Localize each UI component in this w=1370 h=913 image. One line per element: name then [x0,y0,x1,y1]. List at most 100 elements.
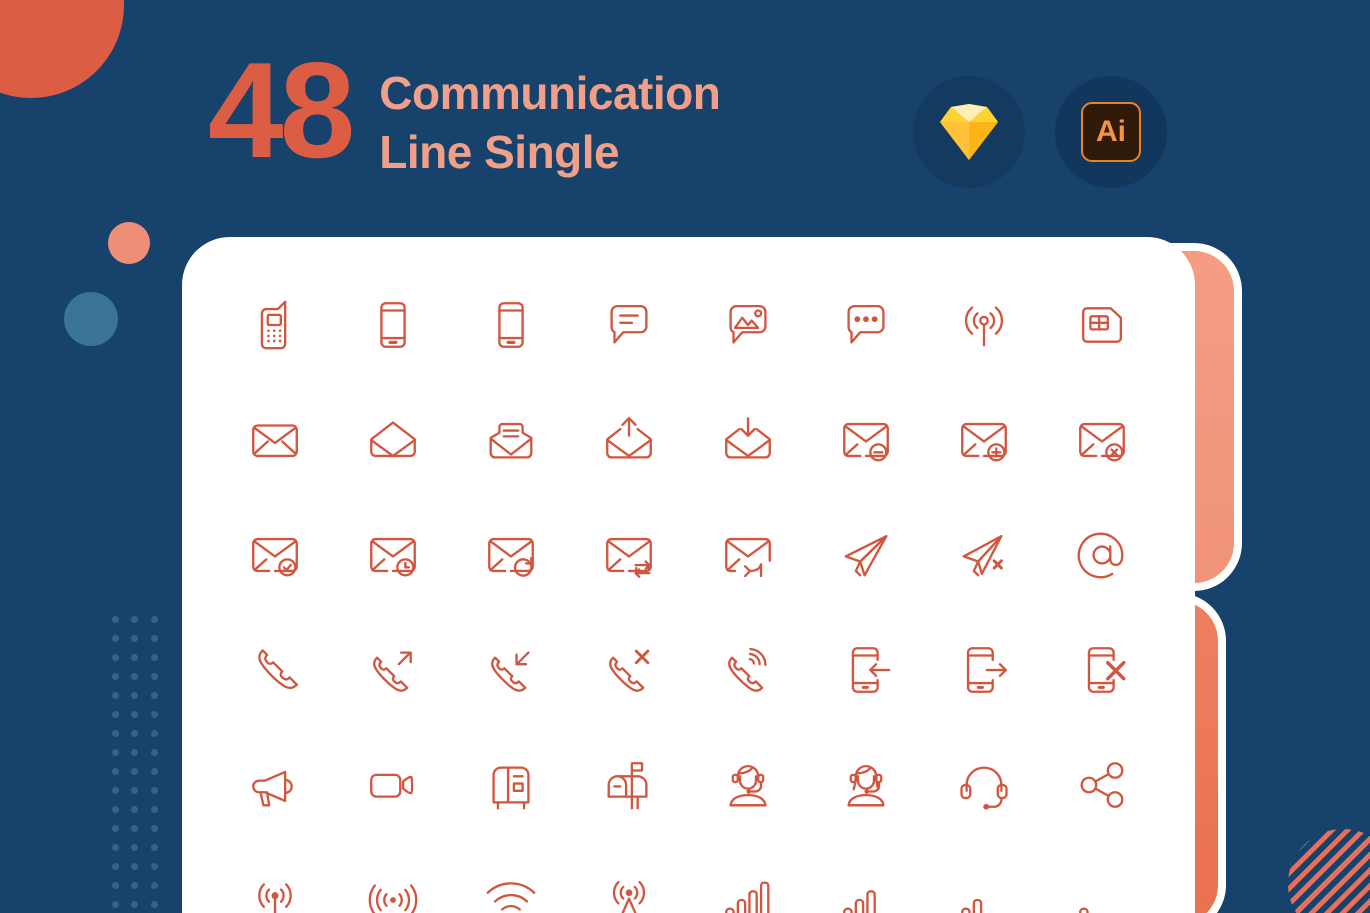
transmission-tower-icon[interactable] [590,861,668,913]
decorative-dot [112,635,119,642]
wifi-icon[interactable] [472,861,550,913]
decorative-dot [131,768,139,775]
signal-bars-one-icon[interactable] [1063,861,1141,913]
decorative-dot [150,654,158,661]
decorative-dot [150,844,158,851]
support-agent-female-icon[interactable] [827,746,905,824]
decorative-dot [112,901,119,908]
icon-showcase-card [182,237,1195,913]
paper-plane-cancel-icon[interactable] [945,516,1023,594]
decorative-dot [150,806,158,813]
decorative-dot [150,673,158,680]
envelope-forward-icon[interactable] [709,516,787,594]
call-incoming-icon[interactable] [472,631,550,709]
decorative-dot [150,616,158,623]
decorative-dot [150,825,158,832]
sketch-diamond-icon [940,104,998,160]
envelope-closed-icon[interactable] [236,401,314,479]
envelope-receive-icon[interactable] [709,401,787,479]
antenna-signal-icon[interactable] [236,861,314,913]
decorative-dot [150,787,158,794]
signal-bars-three-icon[interactable] [827,861,905,913]
call-ringing-icon[interactable] [709,631,787,709]
mobile-outgoing-icon[interactable] [945,631,1023,709]
mobile-rejected-icon[interactable] [1063,631,1141,709]
decorative-dot [112,844,119,851]
image-message-icon[interactable] [709,286,787,364]
title-block: 48 Communication Line Single [208,34,721,186]
decorative-dot [150,711,158,718]
decorative-dot [131,730,139,737]
typing-bubble-icon[interactable] [827,286,905,364]
decorative-dot [112,806,119,813]
decorative-striped-circle [1288,829,1370,913]
chat-bubble-icon[interactable] [590,286,668,364]
signal-bars-two-icon[interactable] [945,861,1023,913]
page-header: 48 Communication Line Single Ai [0,0,1370,237]
broadcast-antenna-icon[interactable] [945,286,1023,364]
decorative-dot [150,749,158,756]
decorative-dot [112,882,119,889]
envelope-letter-icon[interactable] [472,401,550,479]
signal-waves-icon[interactable] [354,861,432,913]
envelope-open-icon[interactable] [354,401,432,479]
envelope-delete-icon[interactable] [1063,401,1141,479]
decorative-dot [112,692,119,699]
decorative-dot [131,673,139,680]
mobile-incoming-icon[interactable] [827,631,905,709]
envelope-plus-icon[interactable] [945,401,1023,479]
support-agent-male-icon[interactable] [709,746,787,824]
feature-phone-icon[interactable] [236,286,314,364]
envelope-clock-icon[interactable] [354,516,432,594]
envelope-sync-icon[interactable] [590,516,668,594]
decorative-dot [131,882,139,889]
decorative-dot [131,825,139,832]
decorative-dot [112,730,119,737]
icon-grid [216,267,1161,913]
decorative-dot-grid [112,616,170,908]
call-outgoing-icon[interactable] [354,631,432,709]
illustrator-badge[interactable]: Ai [1055,76,1167,188]
smartphone-icon[interactable] [354,286,432,364]
envelope-minus-icon[interactable] [827,401,905,479]
megaphone-icon[interactable] [236,746,314,824]
decorative-dot [150,692,158,699]
mobile-phone-icon[interactable] [472,286,550,364]
icon-count: 48 [208,34,355,186]
decorative-dot [131,616,139,623]
decorative-dot [112,825,119,832]
share-icon[interactable] [1063,746,1141,824]
envelope-send-icon[interactable] [590,401,668,479]
mailbox-icon[interactable] [590,746,668,824]
decorative-dot [150,863,158,870]
paper-plane-icon[interactable] [827,516,905,594]
video-camera-icon[interactable] [354,746,432,824]
decorative-dot [131,654,139,661]
decorative-dot [150,901,158,908]
decorative-dot [112,787,119,794]
signal-bars-full-icon[interactable] [709,861,787,913]
decorative-dot [131,806,139,813]
format-badges: Ai [913,76,1167,188]
headset-icon[interactable] [945,746,1023,824]
at-sign-icon[interactable] [1063,516,1141,594]
phone-handset-icon[interactable] [236,631,314,709]
post-box-icon[interactable] [472,746,550,824]
decorative-dot [131,749,139,756]
call-missed-icon[interactable] [590,631,668,709]
title-line-2: Line Single [379,125,620,178]
decorative-dot [131,711,139,718]
decorative-dot [112,749,119,756]
decorative-dot [112,673,119,680]
sketch-badge[interactable] [913,76,1025,188]
decorative-dot [131,635,139,642]
decorative-dot [150,768,158,775]
decorative-dot [131,692,139,699]
decorative-dot [131,844,139,851]
envelope-check-icon[interactable] [236,516,314,594]
envelope-refresh-icon[interactable] [472,516,550,594]
decorative-dot [112,616,119,623]
decorative-dot [150,635,158,642]
decorative-dot [131,901,139,908]
sim-card-icon[interactable] [1063,286,1141,364]
